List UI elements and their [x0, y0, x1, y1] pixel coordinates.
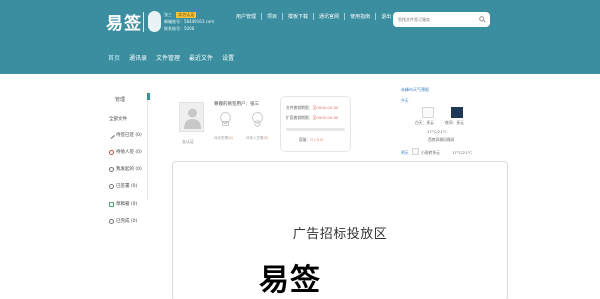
check-circle-icon [109, 183, 114, 189]
watermark-logo: 易签 [259, 263, 321, 298]
weather-tomorrow-temp: 17°C/21°C [452, 150, 473, 155]
capacity-label: 容量： [299, 137, 311, 142]
pending-my-sign-label: 待我签署(0) [214, 136, 233, 140]
search-icon[interactable] [479, 16, 486, 23]
user-phone-label: 联系账号： [164, 26, 184, 31]
capacity-value: 0 / 0 G [310, 137, 324, 142]
search-input[interactable] [398, 15, 476, 24]
top-nav: 用户管理 项目 模板下载 通讯官网 使用指南 退出 [231, 13, 396, 20]
user-email-line: 邮箱账号：58449163.com [164, 19, 214, 25]
sidebar-item-drafts[interactable]: 草稿箱 (0) [109, 201, 137, 207]
main-nav-file-management[interactable]: 文件管理 [156, 53, 180, 62]
weather-title[interactable]: 赤峰市天气预报 [401, 87, 429, 93]
clock-icon [109, 149, 114, 155]
sidebar-divider [147, 92, 148, 200]
welcome-text: 尊敬的易签用户：张三 [214, 102, 259, 107]
weather-today-label: 今天 [401, 98, 409, 103]
capacity-line: 容量：0 / 0 G [299, 137, 323, 143]
profile-avatar[interactable] [179, 102, 204, 132]
expansion-package-value: 至0000-00-00 [312, 115, 339, 120]
pending-others-sign-count: 0 [264, 136, 268, 140]
expansion-package-term: 扩容套餐期限：至0000-00-00 [286, 115, 338, 121]
rain-icon [412, 148, 419, 155]
file-package-term: 文件套餐期限：至0000-00-00 [286, 105, 338, 111]
pending-others-sign-label: 待他人签署(0) [246, 136, 269, 140]
sidebar-item-label: 已完成 (0) [116, 219, 138, 224]
capacity-progress-bar [286, 128, 345, 131]
file-package-label: 文件套餐期限： [286, 105, 313, 110]
top-nav-project[interactable]: 项目 [262, 13, 284, 20]
sidebar-item-pending-signed[interactable]: 待签已签 (0) [107, 131, 142, 139]
draft-icon [109, 201, 114, 207]
user-phone: 5008 [184, 26, 195, 31]
done-icon [109, 218, 114, 224]
user-icon [109, 166, 114, 172]
cloudy-night-icon [451, 107, 463, 118]
sidebar-item-label: 已签署 (0) [116, 184, 138, 189]
pen-icon [107, 131, 116, 139]
sidebar-item-label: 草稿箱 (0) [116, 202, 138, 207]
certify-link[interactable]: 去认证 [182, 139, 194, 145]
weather-today-night: 夜间：多云 [445, 120, 464, 125]
sidebar-title: 管理 [115, 97, 126, 103]
weather-wind: 西南风微风微风 [428, 137, 455, 142]
sidebar-active-marker [147, 93, 153, 100]
profile-card: 去认证 尊敬的易签用户：张三 待我签署(0) 待他人签署(0) [172, 96, 272, 152]
file-package-value: 至0000-00-00 [312, 105, 339, 110]
sidebar-item-label: 待他人签 (0) [116, 150, 142, 155]
sidebar-item-initiated[interactable]: 我发起的 (0) [109, 166, 142, 172]
sidebar-item-all-files[interactable]: 全部文件 [109, 116, 127, 122]
sidebar-item-waiting-others[interactable]: 待他人签 (0) [109, 149, 142, 155]
user-name: 张三 [164, 12, 172, 17]
clock-icon [254, 120, 261, 127]
weather-today-temp: 17°C/21°C [427, 129, 448, 134]
ad-text: 广告招标投放区 [292, 227, 388, 242]
top-nav-template-download[interactable]: 模板下载 [283, 13, 315, 20]
mail-icon [222, 121, 229, 126]
top-nav-guide[interactable]: 使用指南 [345, 13, 377, 20]
weather-today-day: 白天：多云 [415, 120, 434, 125]
pending-others-sign-button[interactable] [252, 112, 263, 127]
pending-others-sign-text: 待他人签署 [246, 136, 264, 140]
top-nav-user-management[interactable]: 用户管理 [231, 13, 263, 20]
main-nav-home[interactable]: 首页 [108, 53, 120, 62]
pending-my-sign-text: 待我签署 [214, 136, 228, 140]
sidebar-item-signed[interactable]: 已签署 (0) [109, 183, 137, 189]
weather-widget: 赤峰市天气预报 今天 白天：多云 夜间：多云 17°C/21°C 西南风微风微风… [400, 86, 510, 158]
cloudy-day-icon [422, 107, 434, 118]
avatar[interactable] [148, 11, 161, 32]
pending-my-sign-button[interactable] [220, 112, 231, 126]
main-nav: 首页 通讯录 文件管理 最近文件 设置 [108, 53, 243, 62]
user-silhouette-icon [184, 108, 201, 129]
user-phone-line: 联系账号：5008 [164, 26, 194, 32]
logo[interactable]: 易签 [106, 9, 142, 34]
top-header: 易签 张三 实名认证 邮箱账号：58449163.com 联系账号：5008 用… [0, 0, 600, 74]
main-nav-settings[interactable]: 设置 [222, 53, 234, 62]
expansion-package-label: 扩容套餐期限： [286, 115, 313, 120]
user-email: 58449163.com [184, 19, 215, 24]
pending-my-sign-count: 0 [229, 136, 232, 140]
top-nav-official-site[interactable]: 通讯官网 [314, 13, 346, 20]
package-info-box: 文件套餐期限：至0000-00-00 扩容套餐期限：至0000-00-00 容量… [280, 96, 351, 152]
main-nav-recent-files[interactable]: 最近文件 [189, 53, 213, 62]
sidebar-item-completed[interactable]: 已完成 (0) [109, 218, 137, 224]
logo-divider [143, 12, 144, 32]
user-email-label: 邮箱账号： [164, 19, 184, 24]
verified-badge[interactable]: 实名认证 [176, 12, 197, 18]
sidebar-item-label: 待签已签 (0) [116, 133, 142, 138]
user-name-line: 张三 实名认证 [164, 12, 197, 18]
ad-area[interactable]: 广告招标投放区 [172, 161, 508, 299]
sidebar-item-label: 全部文件 [109, 117, 127, 122]
sidebar-item-label: 我发起的 (0) [116, 167, 142, 172]
main-nav-contacts[interactable]: 通讯录 [129, 53, 147, 62]
search-box [393, 12, 490, 27]
weather-tomorrow-desc: 小雨转多云 [421, 150, 440, 155]
weather-tomorrow-label: 明天 [401, 150, 409, 155]
